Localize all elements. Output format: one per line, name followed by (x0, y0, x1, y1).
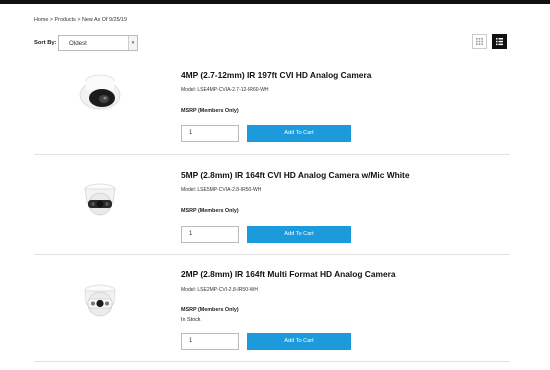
sort-label: Sort By: (34, 40, 57, 46)
quantity-input[interactable]: 1 (181, 226, 239, 243)
product-msrp: MSRP (Members Only) (181, 108, 239, 114)
add-to-cart-button[interactable]: Add To Cart (247, 125, 351, 142)
top-bar (0, 0, 550, 4)
product-title[interactable]: 2MP (2.8mm) IR 164ft Multi Format HD Ana… (181, 269, 396, 279)
sort-select-value: Oldest (69, 40, 87, 47)
stock-status: In Stock (181, 317, 201, 323)
product-model: Model: LSE2MP-CVI-2.8-IR50-WH (181, 287, 258, 293)
add-to-cart-button[interactable]: Add To Cart (247, 226, 351, 243)
product-title[interactable]: 4MP (2.7-12mm) IR 197ft CVI HD Analog Ca… (181, 70, 371, 80)
turret-camera-image[interactable] (74, 173, 126, 225)
quantity-input[interactable]: 1 (181, 125, 239, 142)
quantity-input[interactable]: 1 (181, 333, 239, 350)
breadcrumb: Home > Products > New As Of 9/25/19 (34, 17, 127, 23)
product-title[interactable]: 5MP (2.8mm) IR 164ft CVI HD Analog Camer… (181, 170, 410, 180)
chevron-down-icon[interactable]: ▾ (128, 36, 137, 50)
grid-view-icon[interactable] (472, 34, 487, 49)
breadcrumb-products[interactable]: Products (55, 17, 76, 23)
breadcrumb-home[interactable]: Home (34, 17, 48, 23)
product-card: 5MP (2.8mm) IR 164ft CVI HD Analog Camer… (34, 163, 510, 251)
sort-select[interactable]: Oldest ▾ (58, 35, 138, 51)
divider (34, 361, 510, 362)
product-msrp: MSRP (Members Only) (181, 208, 239, 214)
divider (34, 154, 510, 155)
divider (34, 254, 510, 255)
product-model: Model: LSE4MP-CVIA-2.7-12-IR60-WH (181, 87, 269, 93)
add-to-cart-button[interactable]: Add To Cart (247, 333, 351, 350)
bullet-dome-camera-image[interactable] (74, 65, 126, 117)
product-msrp: MSRP (Members Only) (181, 307, 239, 313)
product-card: 2MP (2.8mm) IR 164ft Multi Format HD Ana… (34, 263, 510, 359)
sort-toolbar: Sort By: Oldest ▾ (34, 34, 516, 52)
turret-camera-image[interactable] (74, 273, 126, 325)
breadcrumb-separator: > (77, 17, 81, 23)
list-view-icon[interactable] (492, 34, 507, 49)
breadcrumb-separator: > (49, 17, 54, 23)
product-model: Model: LSE5MP-CVIA-2.8-IR50-WH (181, 187, 262, 193)
breadcrumb-current: New As Of 9/25/19 (81, 17, 127, 23)
product-card: 4MP (2.7-12mm) IR 197ft CVI HD Analog Ca… (34, 62, 510, 150)
